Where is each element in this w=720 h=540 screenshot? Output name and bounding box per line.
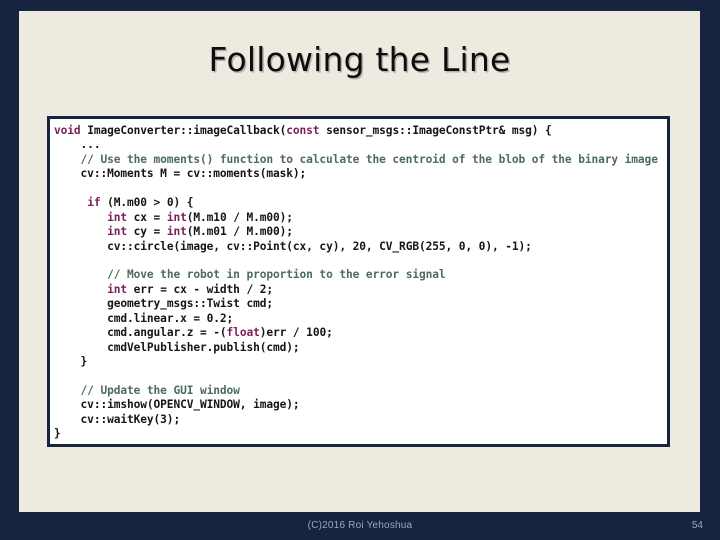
slide-root: Following the Line void ImageConverter::… bbox=[0, 0, 720, 540]
code-token-pl: cv::imshow(OPENCV_WINDOW, image); bbox=[80, 398, 300, 412]
code-token-pl: (M.m01 / M.m00); bbox=[186, 225, 293, 239]
code-token-pl: cmdVelPublisher.publish(cmd); bbox=[107, 340, 300, 354]
code-line: } bbox=[54, 355, 667, 369]
code-token-kw: int bbox=[166, 210, 187, 224]
code-line: void ImageConverter::imageCallback(const… bbox=[54, 124, 667, 138]
code-token-pl: cmd.linear.x = 0.2; bbox=[107, 311, 234, 325]
slide-content-panel: Following the Line void ImageConverter::… bbox=[19, 11, 700, 512]
code-line: cv::imshow(OPENCV_WINDOW, image); bbox=[54, 398, 667, 412]
code-line: cv::circle(image, cv::Point(cx, cy), 20,… bbox=[54, 240, 667, 254]
page-title: Following the Line bbox=[208, 40, 511, 79]
code-token-pl: } bbox=[80, 355, 88, 368]
code-token-pl: (M.m10 / M.m00); bbox=[186, 210, 293, 224]
code-token-kw: int bbox=[107, 225, 128, 239]
code-line: } bbox=[54, 427, 667, 441]
code-line: ... bbox=[54, 138, 667, 152]
code-token-pl: cy = bbox=[127, 225, 167, 239]
code-token-pl: sensor_msgs::ImageConstPtr& msg) { bbox=[319, 124, 552, 137]
code-token-kw: float bbox=[226, 326, 260, 340]
code-token-pl: ... bbox=[80, 138, 101, 152]
code-line: cmdVelPublisher.publish(cmd); bbox=[54, 341, 667, 355]
footer-credit: (C)2016 Roi Yehoshua bbox=[307, 520, 413, 531]
code-listing: void ImageConverter::imageCallback(const… bbox=[50, 119, 667, 442]
code-token-kw: if bbox=[87, 196, 101, 210]
code-line: if (M.m00 > 0) { bbox=[54, 196, 667, 210]
code-line: // Update the GUI window bbox=[54, 384, 667, 398]
code-token-kw: int bbox=[107, 282, 128, 296]
code-token-cm: // Move the robot in proportion to the e… bbox=[107, 268, 446, 282]
code-token-kw: void bbox=[54, 124, 88, 137]
code-token-kw: const bbox=[286, 124, 320, 137]
code-token-cm: // Update the GUI window bbox=[80, 383, 240, 397]
page-number: 54 bbox=[691, 520, 703, 531]
code-line: int cx = int(M.m10 / M.m00); bbox=[54, 211, 667, 225]
code-token-pl: cv::waitKey(3); bbox=[80, 412, 181, 426]
code-line: // Move the robot in proportion to the e… bbox=[54, 268, 667, 282]
code-token-pl: cx = bbox=[127, 210, 167, 224]
code-token-pl: cmd.angular.z = -( bbox=[107, 326, 227, 340]
code-line: // Use the moments() function to calcula… bbox=[54, 153, 667, 167]
code-token-kw: int bbox=[166, 225, 187, 239]
code-line: int err = cx - width / 2; bbox=[54, 283, 667, 297]
code-line: cmd.angular.z = -(float)err / 100; bbox=[54, 326, 667, 340]
code-line: cv::waitKey(3); bbox=[54, 413, 667, 427]
code-token-cm: // Use the moments() function to calcula… bbox=[80, 152, 658, 166]
code-token-pl: err = cx - width / 2; bbox=[127, 282, 273, 296]
code-line: int cy = int(M.m01 / M.m00); bbox=[54, 225, 667, 239]
code-token-pl: (M.m00 > 0) { bbox=[100, 196, 194, 210]
code-block[interactable]: void ImageConverter::imageCallback(const… bbox=[47, 116, 670, 447]
code-token-pl: geometry_msgs::Twist cmd; bbox=[107, 297, 273, 311]
code-token-pl: ImageConverter::imageCallback( bbox=[87, 124, 287, 137]
code-token-pl: cv::Moments M = cv::moments(mask); bbox=[80, 167, 307, 181]
code-token-pl: cv::circle(image, cv::Point(cx, cy), 20,… bbox=[107, 239, 532, 253]
code-token-kw: int bbox=[107, 210, 128, 224]
code-token-pl: } bbox=[54, 427, 61, 441]
code-line: geometry_msgs::Twist cmd; bbox=[54, 297, 667, 311]
code-line: cmd.linear.x = 0.2; bbox=[54, 312, 667, 326]
code-token-pl: )err / 100; bbox=[259, 326, 333, 340]
code-line: cv::Moments M = cv::moments(mask); bbox=[54, 167, 667, 181]
